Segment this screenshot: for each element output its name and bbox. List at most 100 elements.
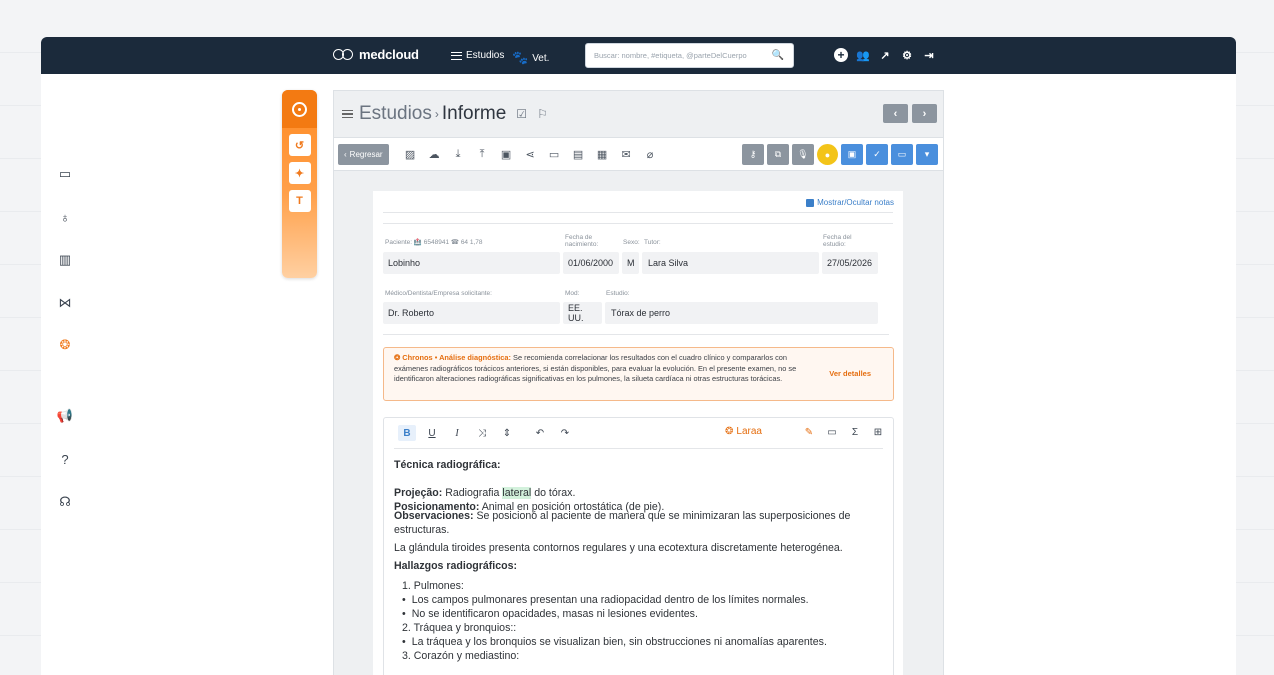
projection-text: Radiografia	[445, 487, 500, 499]
copy-icon[interactable]: ⧉	[767, 144, 789, 165]
thyroid-paragraph: La glándula tiroides presenta contornos …	[394, 542, 843, 554]
divider	[383, 334, 889, 335]
report-panel: Estudios › Informe ☑ ⚐ ‹ › ‹ Regresar ▨ …	[333, 90, 944, 675]
bold-button[interactable]: B	[398, 425, 416, 441]
collapse-icon[interactable]: ⤨	[473, 425, 491, 441]
calendar-check-icon[interactable]: ☑	[516, 107, 527, 121]
sex-field[interactable]: M	[622, 252, 639, 274]
ai-tools-panel: ↺ ✦ T	[282, 90, 317, 278]
add-block-icon[interactable]: ⊞	[871, 425, 885, 440]
clipboard-icon[interactable]: ▤	[571, 147, 586, 162]
app-window: medcloud Estudios 🐾 Vet. 🔍 + 👥 ↗ ⚙ ⇥ ▭ ♁…	[41, 37, 1236, 675]
menu-icon[interactable]	[342, 110, 353, 118]
chronos-icon: ❂	[394, 353, 401, 362]
study-field[interactable]: Tórax de perro	[605, 302, 878, 324]
chat-icon[interactable]: ▭	[57, 166, 73, 182]
tutor-field[interactable]: Lara Silva	[642, 252, 819, 274]
birth-field[interactable]: 01/06/2000	[563, 252, 619, 274]
logout-icon[interactable]: ⇥	[922, 48, 936, 62]
editor-content[interactable]: Técnica radiográfica: Projeção: Radiogra…	[394, 458, 864, 663]
list: Los campos pulmonares presentan una radi…	[394, 593, 864, 621]
top-actions: + 👥 ↗ ⚙ ⇥	[834, 48, 936, 62]
save-icon[interactable]: ▣	[841, 144, 863, 165]
search-icon[interactable]: 🔍	[772, 50, 784, 61]
nav-studies[interactable]: Estudios	[451, 50, 504, 61]
view-details-link[interactable]: Ver detalles	[829, 369, 871, 380]
cloud-upload-icon[interactable]: ☁	[427, 147, 442, 162]
nav-vet[interactable]: 🐾 Vet.	[512, 50, 549, 66]
megaphone-icon[interactable]: 📢	[57, 408, 73, 424]
undo-icon[interactable]: ↶	[531, 425, 549, 441]
report-editor[interactable]: B U I ⤨ ⇕ ↶ ↷ ❂ Laraa ✎ ▭ Σ ⊞ Técnica ra…	[383, 417, 894, 675]
picture-icon[interactable]: ▣	[499, 147, 514, 162]
brand-logo[interactable]: medcloud	[333, 47, 419, 62]
key-icon[interactable]: ⚷	[742, 144, 764, 165]
mail-icon[interactable]: ✉	[619, 147, 634, 162]
bookmark-icon[interactable]: ⚐	[537, 107, 548, 121]
add-icon[interactable]: +	[834, 48, 848, 62]
share-icon[interactable]: ⋈	[57, 295, 73, 311]
expand-icon[interactable]: ⇕	[498, 425, 516, 441]
highlighter-icon[interactable]: ✎	[802, 425, 816, 440]
chronos-icon[interactable]: ❂	[57, 337, 73, 353]
template-icon[interactable]: ▭	[825, 425, 839, 440]
headset-icon[interactable]: ☊	[57, 494, 73, 510]
upload-icon[interactable]: ⤒	[475, 147, 490, 162]
study-label: Estudio:	[606, 290, 630, 297]
pager: ‹ ›	[883, 104, 937, 123]
underline-button[interactable]: U	[423, 425, 441, 441]
ai-analysis-alert: ❂ Chronos • Análise diagnóstica: Se reco…	[383, 347, 894, 401]
sex-label: Sexo:	[623, 239, 640, 246]
study-date-field[interactable]: 27/05/2026	[822, 252, 878, 274]
caret-down-icon[interactable]: ▾	[916, 144, 938, 165]
gear-icon[interactable]: ⚙	[900, 48, 914, 62]
help-icon[interactable]: ?	[57, 451, 73, 467]
italic-button[interactable]: I	[448, 425, 466, 441]
download-icon[interactable]: ⤓	[451, 147, 466, 162]
back-button[interactable]: ‹ Regresar	[338, 143, 389, 165]
preview-icon[interactable]: ▭	[891, 144, 913, 165]
breadcrumb-root[interactable]: Estudios	[359, 103, 432, 125]
trend-icon[interactable]: ↗	[878, 48, 892, 62]
check-icon[interactable]: ✓	[866, 144, 888, 165]
notes-toggle[interactable]: Mostrar/Ocultar notas	[806, 198, 894, 207]
back-label: Regresar	[349, 149, 383, 159]
doctor-field[interactable]: Dr. Roberto	[383, 302, 560, 324]
next-button[interactable]: ›	[912, 104, 937, 123]
image-icon[interactable]: ▨	[403, 147, 418, 162]
list-item: Los campos pulmonares presentan una radi…	[394, 593, 864, 607]
mic-icon[interactable]: 🎙	[792, 144, 814, 165]
text-tool-button[interactable]: T	[288, 190, 311, 212]
share-icon[interactable]: ⋖	[523, 147, 538, 162]
alert-source: Chronos • Análise diagnóstica:	[402, 353, 511, 362]
chronos-button[interactable]	[282, 90, 317, 128]
laraa-assistant[interactable]: ❂ Laraa	[725, 426, 762, 437]
tutor-label: Tutor:	[644, 239, 661, 246]
report-document: Mostrar/Ocultar notas Paciente: 🏥 654894…	[373, 191, 903, 675]
toolbar-actions: ⚷ ⧉ 🎙 ● ▣ ✓ ▭ ▾	[742, 144, 938, 165]
building-icon[interactable]: ▥	[57, 252, 73, 268]
users-icon[interactable]: 👥	[856, 48, 870, 62]
patient-field[interactable]: Lobinho	[383, 252, 560, 274]
sigma-icon[interactable]: Σ	[848, 425, 862, 440]
redo-icon[interactable]: ↷	[556, 425, 574, 441]
mod-field[interactable]: EE. UU.	[563, 302, 602, 324]
prev-button[interactable]: ‹	[883, 104, 908, 123]
ai-sparkle-button[interactable]: ✦	[288, 162, 311, 184]
birth-label: Fecha de nacimiento:	[565, 234, 599, 248]
list: La tráquea y los bronquios se visualizan…	[394, 635, 864, 649]
sparkle-icon: ✦	[294, 167, 305, 180]
history-button[interactable]: ↺	[288, 134, 311, 156]
projection-text-end: do tórax.	[534, 487, 576, 499]
stethoscope-icon[interactable]: ♁	[57, 209, 73, 225]
folder-icon[interactable]: ▭	[547, 147, 562, 162]
pdf-icon[interactable]: ▦	[595, 147, 610, 162]
attach-icon[interactable]: ⌀	[643, 147, 658, 162]
panel-header: Estudios › Informe ☑ ⚐ ‹ ›	[334, 91, 943, 137]
heading-findings: Hallazgos radiográficos:	[394, 560, 518, 572]
search-input[interactable]	[594, 51, 769, 60]
note-icon	[806, 198, 815, 207]
nav-studies-label: Estudios	[466, 50, 505, 61]
wheel-icon	[292, 101, 307, 117]
user-status-icon[interactable]: ●	[817, 144, 838, 165]
